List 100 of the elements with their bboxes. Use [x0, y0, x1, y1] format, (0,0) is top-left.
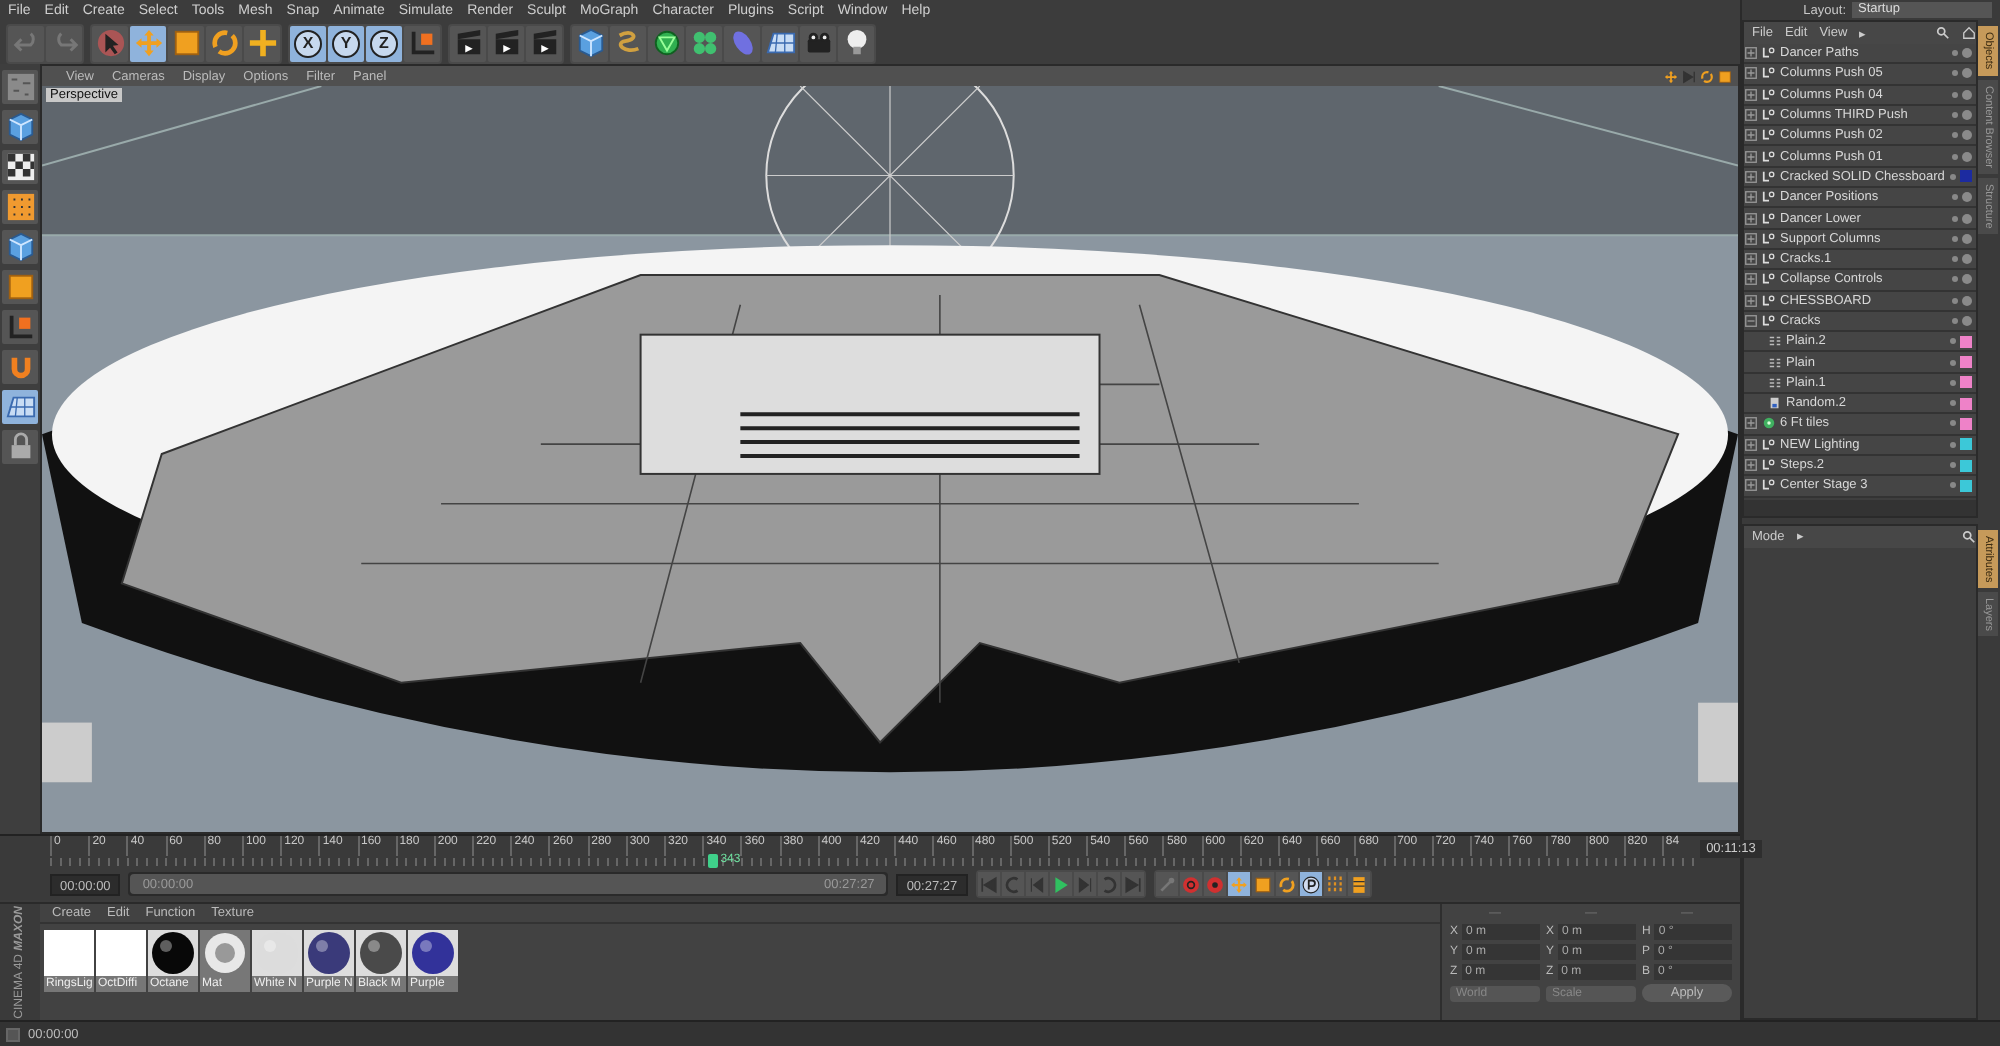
cube-icon	[5, 112, 35, 142]
plane-icon	[1768, 355, 1782, 370]
status-dot	[1962, 130, 1972, 141]
cursor-icon	[95, 28, 125, 58]
expand-icon[interactable]	[1744, 293, 1758, 308]
playback-button[interactable]	[1073, 872, 1096, 896]
plane-icon	[1768, 334, 1782, 349]
toolbar-button[interactable]	[130, 25, 166, 61]
scale-icon	[1253, 875, 1272, 893]
toolbar-button[interactable]	[404, 25, 440, 61]
collapse-icon[interactable]	[1744, 314, 1758, 328]
axes-icon	[5, 312, 35, 342]
scale-icon	[1718, 69, 1732, 83]
toolbar-button[interactable]	[244, 25, 280, 61]
expand-icon[interactable]	[1744, 478, 1758, 493]
expand-icon[interactable]	[1744, 149, 1758, 164]
toolbar-button[interactable]	[572, 25, 608, 61]
capsule-icon	[727, 28, 757, 58]
home-icon[interactable]	[1962, 26, 1976, 40]
polyhedron-icon	[651, 28, 681, 58]
horizontal-scrollbar[interactable]	[1744, 499, 1976, 515]
loop-icon	[1099, 875, 1118, 893]
playback-button[interactable]	[1025, 872, 1048, 896]
material-preview	[356, 930, 406, 976]
rotate-icon	[209, 28, 239, 58]
status-dot	[1962, 274, 1972, 285]
toolbar-button[interactable]	[762, 25, 798, 61]
noise-square-icon	[5, 72, 35, 102]
toolbar-button[interactable]	[488, 25, 524, 61]
status-dot	[1962, 192, 1972, 203]
move-icon	[1229, 875, 1248, 893]
toolbar-button[interactable]	[450, 25, 486, 61]
record-tool-button[interactable]	[1299, 872, 1322, 896]
expand-icon[interactable]	[1744, 211, 1758, 226]
toolbar-button[interactable]	[838, 25, 874, 61]
playback-button[interactable]	[1001, 872, 1024, 896]
spiral-icon	[613, 28, 643, 58]
expand-icon[interactable]	[1744, 416, 1758, 431]
effector-icon	[1768, 396, 1782, 411]
scale-icon	[171, 28, 201, 58]
mode-button[interactable]	[2, 110, 38, 144]
status-dot	[1962, 213, 1972, 224]
material-preview	[148, 930, 198, 976]
expand-icon[interactable]	[1744, 437, 1758, 452]
expand-icon[interactable]	[1744, 46, 1758, 61]
scale-icon	[5, 272, 35, 302]
expand-icon[interactable]	[1744, 66, 1758, 81]
expand-icon[interactable]	[1744, 272, 1758, 287]
grid-plane-icon	[5, 392, 35, 422]
search-icon[interactable]	[1962, 529, 1976, 543]
null-icon	[1762, 66, 1776, 81]
null-icon	[1762, 252, 1776, 267]
axis-lock-button[interactable]: Y	[328, 25, 364, 61]
search-icon[interactable]	[1936, 26, 1950, 40]
toolbar-button[interactable]	[206, 25, 242, 61]
expand-icon[interactable]	[1744, 252, 1758, 267]
expand-icon[interactable]	[1744, 231, 1758, 246]
expand-icon[interactable]	[1744, 87, 1758, 102]
cluster-icon	[689, 28, 719, 58]
null-icon	[1762, 314, 1776, 328]
playhead[interactable]	[708, 854, 719, 868]
mode-button[interactable]	[2, 230, 38, 264]
toolbar-button[interactable]	[526, 25, 562, 61]
status-dot	[1962, 254, 1972, 265]
autokey-icon	[1205, 875, 1224, 893]
expand-icon[interactable]	[1744, 190, 1758, 205]
status-dot	[1962, 295, 1972, 306]
playback-button[interactable]	[1097, 872, 1120, 896]
playback-button[interactable]	[977, 872, 1000, 896]
expand-icon[interactable]	[1744, 128, 1758, 143]
null-icon	[1762, 87, 1776, 102]
status-dot	[1962, 316, 1972, 326]
toolbar-button[interactable]	[168, 25, 204, 61]
expand-icon[interactable]	[1744, 169, 1758, 184]
toolbar-button[interactable]	[648, 25, 684, 61]
material-preview	[44, 930, 94, 976]
mode-button[interactable]	[2, 310, 38, 344]
checker-icon	[5, 152, 35, 182]
go-end-icon	[1123, 875, 1142, 893]
null-icon	[1762, 478, 1776, 493]
playback-button[interactable]	[1121, 872, 1144, 896]
axis-lock-button[interactable]: Z	[366, 25, 402, 61]
rotate-icon	[1277, 875, 1296, 893]
null-icon	[1762, 190, 1776, 205]
material-preview	[252, 930, 302, 976]
material-preview	[200, 930, 250, 976]
playback-button[interactable]	[1049, 872, 1072, 896]
axis-lock-button[interactable]: X	[290, 25, 326, 61]
expand-icon[interactable]	[1744, 458, 1758, 473]
mode-button[interactable]	[2, 150, 38, 184]
square-icon	[6, 1027, 20, 1041]
expand-icon[interactable]	[1744, 108, 1758, 123]
null-icon	[1762, 437, 1776, 452]
cloner-icon	[1762, 416, 1776, 431]
step-back-icon	[1027, 875, 1046, 893]
step-forward-icon	[1075, 875, 1094, 893]
rotate-icon	[1700, 69, 1714, 83]
status-dot	[1962, 48, 1972, 59]
plane-icon	[1768, 375, 1782, 390]
null-icon	[1762, 458, 1776, 473]
